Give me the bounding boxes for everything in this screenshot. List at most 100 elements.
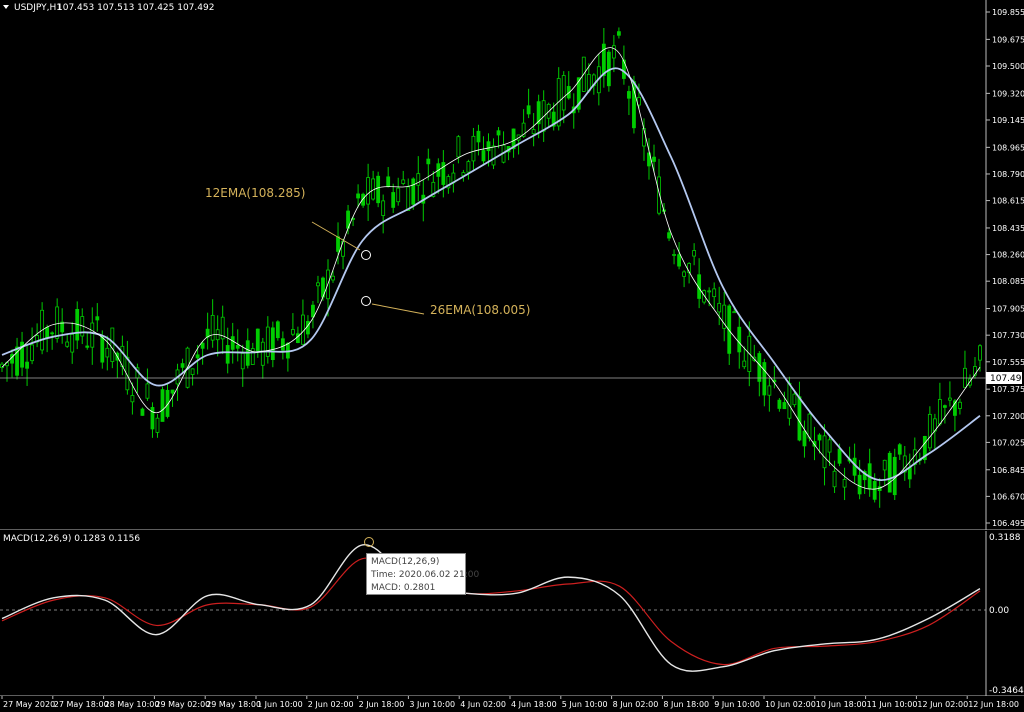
current-price-label: 107.492 [990, 374, 1024, 384]
candle-body [95, 316, 100, 321]
candle-body [707, 290, 712, 293]
candle-body [942, 405, 947, 408]
time-tick-label: 9 Jun 10:00 [714, 700, 760, 709]
candle-body [948, 397, 952, 401]
price-tick-label: 108.615 [992, 197, 1024, 206]
candle-body [301, 314, 305, 345]
candle-body [471, 135, 476, 162]
candle-body [757, 353, 762, 382]
candle-body [682, 271, 686, 277]
candle-body [742, 360, 747, 368]
candle-body [275, 321, 280, 339]
candle-body [411, 178, 416, 205]
candle-body [391, 192, 396, 208]
price-tick-label: 106.670 [992, 492, 1024, 501]
candle-body [842, 479, 847, 488]
candle-body [316, 282, 320, 287]
candle-body [306, 321, 310, 335]
candle-body [782, 402, 787, 410]
candle-body [331, 275, 335, 281]
candle-body [958, 401, 962, 409]
candle-body [130, 395, 135, 403]
candle-body [807, 413, 812, 439]
price-chart[interactable]: USDJPY,H1 107.453 107.513 107.425 107.49… [0, 0, 1024, 530]
candle-body [887, 452, 892, 493]
candle-body [90, 322, 95, 348]
price-tick-label: 107.555 [992, 358, 1024, 367]
candle-body [837, 448, 842, 464]
price-tick-label: 108.435 [992, 224, 1024, 233]
price-tick-label: 109.320 [992, 89, 1024, 98]
price-tick-label: 108.260 [992, 251, 1024, 260]
candle-body [160, 389, 165, 422]
candle-body [170, 389, 175, 394]
price-tick-label: 109.675 [992, 35, 1024, 44]
candle-body [85, 345, 90, 348]
candle-body [401, 179, 406, 184]
candle-body [827, 439, 832, 453]
time-tick-label: 5 Jun 10:00 [562, 700, 608, 709]
tooltip-value: MACD: 0.2801 [371, 583, 436, 593]
candle-body [822, 435, 827, 469]
candle-body [611, 45, 616, 59]
time-tick-label: 2 Jun 02:00 [308, 700, 354, 709]
candle-body [692, 250, 697, 257]
candle-body [792, 393, 797, 406]
candle-body [60, 321, 65, 333]
time-tick-label: 8 Jun 02:00 [613, 700, 659, 709]
candle-body [406, 186, 411, 211]
candle-body [105, 347, 110, 358]
candle-body [857, 474, 862, 495]
macd-axis-zero: 0.00 [989, 606, 1009, 616]
price-tick-label: 106.495 [992, 519, 1024, 528]
candle-body [70, 333, 75, 353]
candle-body [476, 130, 481, 143]
price-tick-label: 109.500 [992, 62, 1024, 71]
tooltip-time: Time: 2020.06.02 21:00 [371, 570, 480, 580]
candle-body [235, 345, 240, 349]
candle-body [526, 105, 531, 115]
price-tick-label: 107.200 [992, 412, 1024, 421]
candle-body [55, 306, 60, 339]
candle-body [897, 444, 902, 455]
candle-body [366, 177, 371, 205]
time-tick-label: 12 Jun 02:00 [917, 700, 968, 709]
time-tick-label: 8 Jun 18:00 [663, 700, 709, 709]
candle-body [978, 345, 982, 361]
candle-body [732, 311, 737, 314]
candle-body [426, 158, 431, 165]
candle-body [561, 75, 566, 111]
candle-body [270, 327, 275, 361]
macd-panel[interactable]: MACD(12,26,9) 0.1283 0.1156 0.3188 0.00 … [0, 531, 1024, 696]
candle-body [200, 342, 205, 349]
price-tick-label: 106.845 [992, 466, 1024, 475]
macd-axis-bottom: -0.3464 [989, 686, 1024, 696]
time-tick-label: 10 Jun 02:00 [765, 700, 816, 709]
candle-body [927, 413, 932, 449]
ema26-annotation: 26EMA(108.005) [430, 303, 530, 317]
symbol-title: USDJPY,H1 [14, 3, 62, 13]
candle-body [797, 396, 802, 441]
candle-body [255, 328, 260, 352]
candle-body [627, 91, 631, 99]
price-tick-label: 107.025 [992, 438, 1024, 447]
candle-body [787, 382, 792, 419]
candle-body [486, 141, 491, 152]
candle-body [30, 344, 34, 362]
macd-tooltip: MACD(12,26,9) Time: 2020.06.02 21:00 MAC… [366, 553, 480, 595]
candle-body [290, 329, 295, 335]
ohlc-readout: 107.453 107.513 107.425 107.492 [57, 3, 214, 13]
candle-body [210, 314, 215, 341]
time-tick-label: 12 Jun 18:00 [968, 700, 1019, 709]
candle-body [50, 332, 55, 335]
candle-body [225, 345, 230, 364]
candle-body [195, 354, 200, 359]
candle-body [356, 193, 360, 199]
price-tick-label: 108.085 [992, 277, 1024, 286]
candle-body [336, 236, 340, 252]
candle-body [311, 304, 315, 318]
price-tick-label: 107.730 [992, 331, 1024, 340]
time-tick-label: 1 Jun 10:00 [257, 700, 303, 709]
ema12-annotation: 12EMA(108.285) [205, 186, 305, 200]
time-tick-label: 11 Jun 10:00 [867, 700, 918, 709]
